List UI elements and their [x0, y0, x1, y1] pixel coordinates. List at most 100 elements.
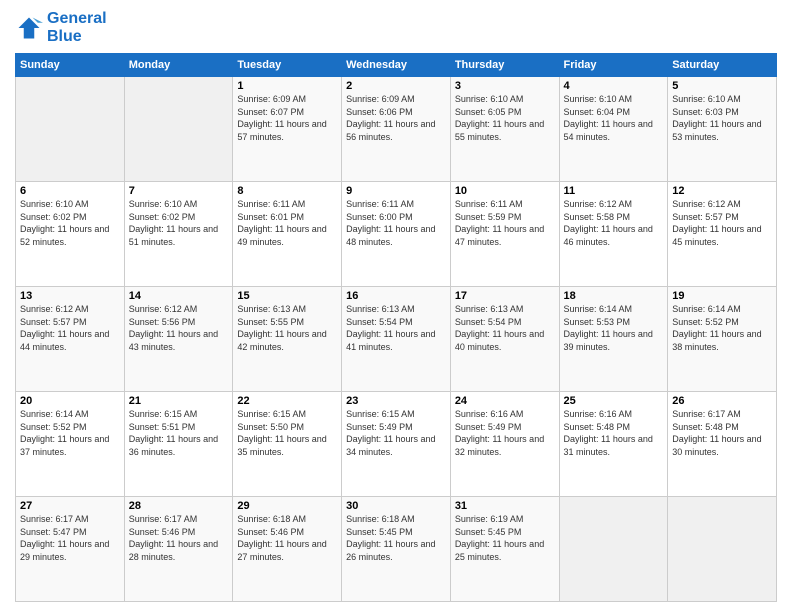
day-info: Sunrise: 6:16 AM Sunset: 5:49 PM Dayligh… — [455, 408, 555, 458]
calendar-cell: 20Sunrise: 6:14 AM Sunset: 5:52 PM Dayli… — [16, 392, 125, 497]
day-info: Sunrise: 6:11 AM Sunset: 6:01 PM Dayligh… — [237, 198, 337, 248]
day-info: Sunrise: 6:12 AM Sunset: 5:58 PM Dayligh… — [564, 198, 664, 248]
calendar-cell: 5Sunrise: 6:10 AM Sunset: 6:03 PM Daylig… — [668, 77, 777, 182]
calendar-header-thursday: Thursday — [450, 54, 559, 77]
day-number: 24 — [455, 395, 555, 407]
calendar-cell: 16Sunrise: 6:13 AM Sunset: 5:54 PM Dayli… — [342, 287, 451, 392]
day-number: 8 — [237, 185, 337, 197]
calendar-header-row: SundayMondayTuesdayWednesdayThursdayFrid… — [16, 54, 777, 77]
day-info: Sunrise: 6:14 AM Sunset: 5:52 PM Dayligh… — [672, 303, 772, 353]
day-info: Sunrise: 6:15 AM Sunset: 5:51 PM Dayligh… — [129, 408, 229, 458]
calendar-cell: 27Sunrise: 6:17 AM Sunset: 5:47 PM Dayli… — [16, 497, 125, 602]
calendar-cell: 1Sunrise: 6:09 AM Sunset: 6:07 PM Daylig… — [233, 77, 342, 182]
day-info: Sunrise: 6:15 AM Sunset: 5:50 PM Dayligh… — [237, 408, 337, 458]
day-number: 27 — [20, 500, 120, 512]
calendar-cell — [668, 497, 777, 602]
calendar-cell: 15Sunrise: 6:13 AM Sunset: 5:55 PM Dayli… — [233, 287, 342, 392]
day-info: Sunrise: 6:17 AM Sunset: 5:47 PM Dayligh… — [20, 513, 120, 563]
day-number: 7 — [129, 185, 229, 197]
calendar-cell: 25Sunrise: 6:16 AM Sunset: 5:48 PM Dayli… — [559, 392, 668, 497]
day-info: Sunrise: 6:11 AM Sunset: 6:00 PM Dayligh… — [346, 198, 446, 248]
day-number: 29 — [237, 500, 337, 512]
calendar-cell: 31Sunrise: 6:19 AM Sunset: 5:45 PM Dayli… — [450, 497, 559, 602]
logo-text: General Blue — [47, 10, 107, 45]
day-info: Sunrise: 6:19 AM Sunset: 5:45 PM Dayligh… — [455, 513, 555, 563]
day-number: 12 — [672, 185, 772, 197]
day-info: Sunrise: 6:12 AM Sunset: 5:57 PM Dayligh… — [672, 198, 772, 248]
calendar-cell: 21Sunrise: 6:15 AM Sunset: 5:51 PM Dayli… — [124, 392, 233, 497]
day-number: 28 — [129, 500, 229, 512]
day-number: 5 — [672, 80, 772, 92]
day-number: 17 — [455, 290, 555, 302]
day-info: Sunrise: 6:09 AM Sunset: 6:06 PM Dayligh… — [346, 93, 446, 143]
calendar-cell: 10Sunrise: 6:11 AM Sunset: 5:59 PM Dayli… — [450, 182, 559, 287]
day-info: Sunrise: 6:09 AM Sunset: 6:07 PM Dayligh… — [237, 93, 337, 143]
day-info: Sunrise: 6:10 AM Sunset: 6:04 PM Dayligh… — [564, 93, 664, 143]
calendar-cell: 28Sunrise: 6:17 AM Sunset: 5:46 PM Dayli… — [124, 497, 233, 602]
day-info: Sunrise: 6:17 AM Sunset: 5:46 PM Dayligh… — [129, 513, 229, 563]
calendar-cell: 29Sunrise: 6:18 AM Sunset: 5:46 PM Dayli… — [233, 497, 342, 602]
day-number: 15 — [237, 290, 337, 302]
day-info: Sunrise: 6:14 AM Sunset: 5:52 PM Dayligh… — [20, 408, 120, 458]
calendar-header-tuesday: Tuesday — [233, 54, 342, 77]
day-info: Sunrise: 6:10 AM Sunset: 6:02 PM Dayligh… — [20, 198, 120, 248]
calendar-cell: 13Sunrise: 6:12 AM Sunset: 5:57 PM Dayli… — [16, 287, 125, 392]
calendar-table: SundayMondayTuesdayWednesdayThursdayFrid… — [15, 53, 777, 602]
header: General Blue — [15, 10, 777, 45]
calendar-week-5: 27Sunrise: 6:17 AM Sunset: 5:47 PM Dayli… — [16, 497, 777, 602]
day-number: 20 — [20, 395, 120, 407]
day-info: Sunrise: 6:16 AM Sunset: 5:48 PM Dayligh… — [564, 408, 664, 458]
calendar-cell: 3Sunrise: 6:10 AM Sunset: 6:05 PM Daylig… — [450, 77, 559, 182]
day-number: 9 — [346, 185, 446, 197]
calendar-cell: 30Sunrise: 6:18 AM Sunset: 5:45 PM Dayli… — [342, 497, 451, 602]
calendar-cell: 23Sunrise: 6:15 AM Sunset: 5:49 PM Dayli… — [342, 392, 451, 497]
day-info: Sunrise: 6:14 AM Sunset: 5:53 PM Dayligh… — [564, 303, 664, 353]
day-number: 4 — [564, 80, 664, 92]
day-info: Sunrise: 6:13 AM Sunset: 5:55 PM Dayligh… — [237, 303, 337, 353]
day-info: Sunrise: 6:18 AM Sunset: 5:46 PM Dayligh… — [237, 513, 337, 563]
day-info: Sunrise: 6:12 AM Sunset: 5:56 PM Dayligh… — [129, 303, 229, 353]
day-number: 14 — [129, 290, 229, 302]
day-number: 23 — [346, 395, 446, 407]
day-number: 3 — [455, 80, 555, 92]
day-number: 26 — [672, 395, 772, 407]
calendar-cell: 24Sunrise: 6:16 AM Sunset: 5:49 PM Dayli… — [450, 392, 559, 497]
day-number: 31 — [455, 500, 555, 512]
calendar-cell: 14Sunrise: 6:12 AM Sunset: 5:56 PM Dayli… — [124, 287, 233, 392]
calendar-cell: 26Sunrise: 6:17 AM Sunset: 5:48 PM Dayli… — [668, 392, 777, 497]
calendar-cell: 2Sunrise: 6:09 AM Sunset: 6:06 PM Daylig… — [342, 77, 451, 182]
calendar-cell: 17Sunrise: 6:13 AM Sunset: 5:54 PM Dayli… — [450, 287, 559, 392]
day-number: 2 — [346, 80, 446, 92]
day-number: 11 — [564, 185, 664, 197]
day-info: Sunrise: 6:17 AM Sunset: 5:48 PM Dayligh… — [672, 408, 772, 458]
calendar-header-sunday: Sunday — [16, 54, 125, 77]
calendar-week-3: 13Sunrise: 6:12 AM Sunset: 5:57 PM Dayli… — [16, 287, 777, 392]
calendar-header-friday: Friday — [559, 54, 668, 77]
day-info: Sunrise: 6:13 AM Sunset: 5:54 PM Dayligh… — [455, 303, 555, 353]
day-number: 1 — [237, 80, 337, 92]
day-info: Sunrise: 6:10 AM Sunset: 6:05 PM Dayligh… — [455, 93, 555, 143]
calendar-week-2: 6Sunrise: 6:10 AM Sunset: 6:02 PM Daylig… — [16, 182, 777, 287]
day-number: 13 — [20, 290, 120, 302]
day-number: 25 — [564, 395, 664, 407]
calendar-cell: 22Sunrise: 6:15 AM Sunset: 5:50 PM Dayli… — [233, 392, 342, 497]
calendar-header-saturday: Saturday — [668, 54, 777, 77]
day-number: 10 — [455, 185, 555, 197]
day-info: Sunrise: 6:11 AM Sunset: 5:59 PM Dayligh… — [455, 198, 555, 248]
day-info: Sunrise: 6:15 AM Sunset: 5:49 PM Dayligh… — [346, 408, 446, 458]
calendar-cell: 7Sunrise: 6:10 AM Sunset: 6:02 PM Daylig… — [124, 182, 233, 287]
day-number: 19 — [672, 290, 772, 302]
calendar-cell — [16, 77, 125, 182]
day-info: Sunrise: 6:10 AM Sunset: 6:03 PM Dayligh… — [672, 93, 772, 143]
calendar-cell: 9Sunrise: 6:11 AM Sunset: 6:00 PM Daylig… — [342, 182, 451, 287]
calendar-header-wednesday: Wednesday — [342, 54, 451, 77]
day-number: 30 — [346, 500, 446, 512]
day-number: 18 — [564, 290, 664, 302]
day-info: Sunrise: 6:10 AM Sunset: 6:02 PM Dayligh… — [129, 198, 229, 248]
calendar-header-monday: Monday — [124, 54, 233, 77]
calendar-week-1: 1Sunrise: 6:09 AM Sunset: 6:07 PM Daylig… — [16, 77, 777, 182]
calendar-cell: 12Sunrise: 6:12 AM Sunset: 5:57 PM Dayli… — [668, 182, 777, 287]
calendar-cell — [124, 77, 233, 182]
day-number: 16 — [346, 290, 446, 302]
day-info: Sunrise: 6:18 AM Sunset: 5:45 PM Dayligh… — [346, 513, 446, 563]
